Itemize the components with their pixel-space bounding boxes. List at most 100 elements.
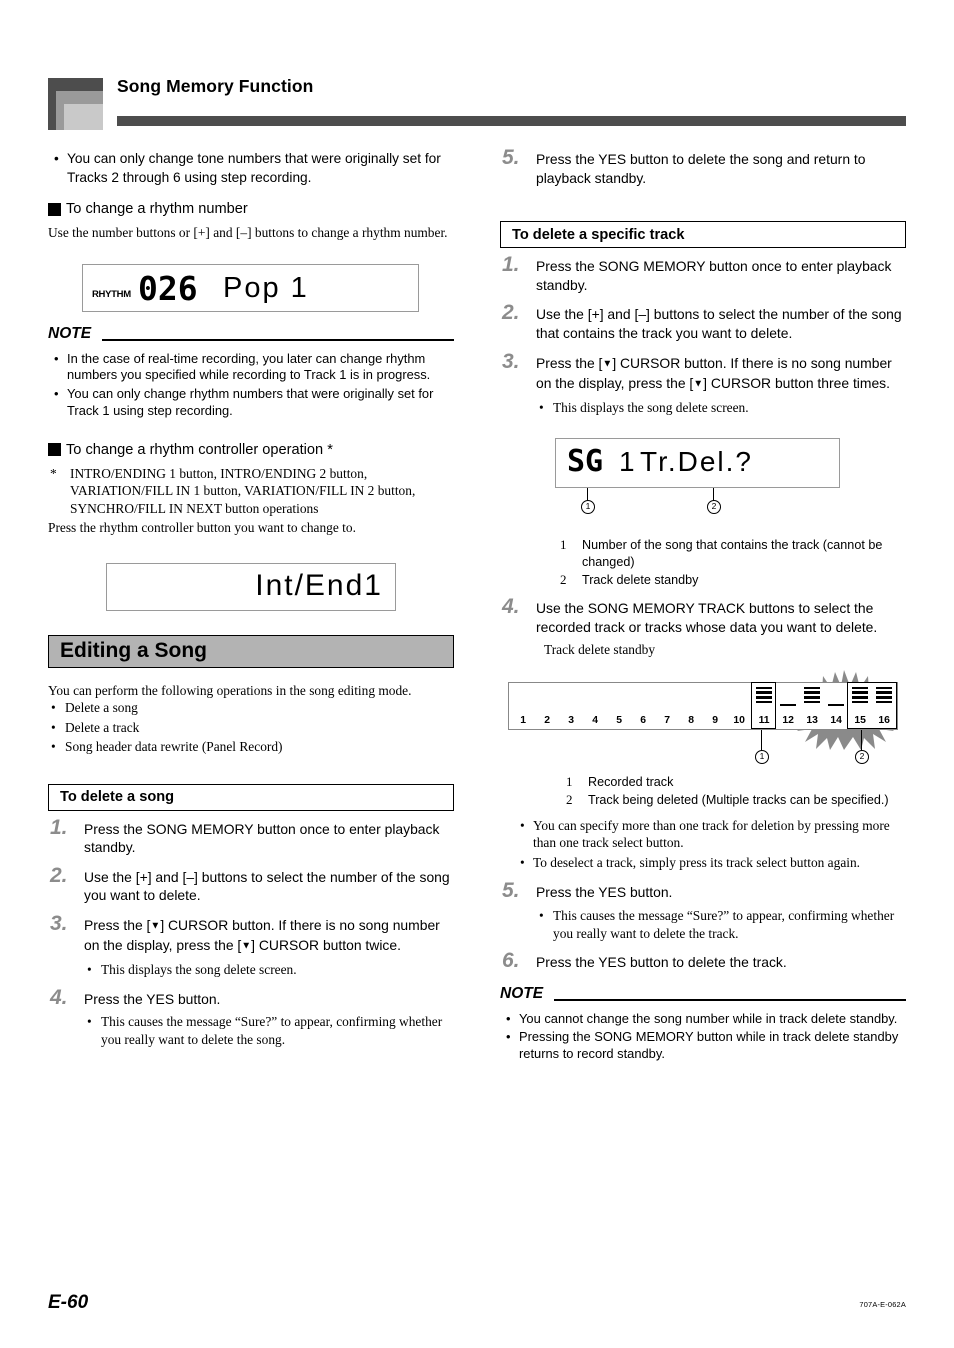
track-cell-6[interactable]: 6 <box>631 683 655 729</box>
cursor-down-icon: ▼ <box>150 920 161 932</box>
callout-line-1 <box>761 729 763 751</box>
bullet-dot: • <box>520 817 525 833</box>
callout-marker-1: 1 <box>581 500 595 515</box>
section-banner-editing-a-song: Editing a Song <box>48 634 454 668</box>
step-item: 4. Press the YES button. • This causes t… <box>48 986 454 1049</box>
track-recorded-bars <box>804 686 820 706</box>
track-cell-8[interactable]: 8 <box>679 683 703 729</box>
editing-intro: You can perform the following operations… <box>48 682 412 698</box>
bullet-dot: • <box>520 854 525 870</box>
list-item: • This displays the song delete screen. <box>539 399 749 415</box>
step-item: 3. Press the [▼] CURSOR button. If there… <box>48 912 454 979</box>
track-cell-13[interactable]: 13 <box>800 683 824 729</box>
list-item: • This causes the message “Sure?” to app… <box>87 1014 443 1047</box>
controller-body-text: Press the rhythm controller button you w… <box>48 520 356 536</box>
bullet-dot: • <box>51 700 56 716</box>
callout-marker-1: 1 <box>755 749 769 764</box>
lcd-rhythm-number: 026 <box>138 268 198 308</box>
note-block-header: NOTE <box>48 325 454 345</box>
bullet-dot: • <box>54 151 59 166</box>
note-rule <box>102 338 454 341</box>
cursor-down-icon: ▼ <box>602 358 613 370</box>
black-square-icon <box>48 443 61 457</box>
lcd-rhythm-display: RHYTHM 026 Pop 1 <box>82 263 419 312</box>
step-item: 1. Press the SONG MEMORY button once to … <box>502 253 892 293</box>
subhead-rhythm-number: To change a rhythm number <box>48 201 454 217</box>
list-item: • Pressing the SONG MEMORY button while … <box>506 1029 899 1062</box>
page-header: Song Memory Function <box>48 76 906 130</box>
page-title: Song Memory Function <box>117 76 314 96</box>
step-item: 5. Press the YES button. • This causes t… <box>500 879 906 942</box>
track-selection-box-15-16 <box>847 681 897 729</box>
list-item: • This displays the song delete screen. <box>87 962 297 978</box>
legend-item: 2 Track delete standby <box>560 572 699 588</box>
list-item: • You can only change rhythm numbers tha… <box>54 386 434 418</box>
bullet-dot: • <box>54 350 59 366</box>
list-item: • Delete a song <box>51 700 138 716</box>
procedure-title-delete-track: To delete a specific track <box>500 221 906 249</box>
track-empty-bar <box>828 703 844 709</box>
step-item: 2. Use the [+] and [–] buttons to select… <box>50 863 450 904</box>
document-code: 707A-E-062A <box>859 1300 906 1309</box>
left-column: • You can only change tone numbers that … <box>48 150 454 1059</box>
lcd-rhythm-label: RHYTHM <box>92 288 131 300</box>
legend-item: 1 Recorded track <box>566 773 674 789</box>
track-strip: 1 2 3 4 5 6 7 8 9 10 11 12 13 14 15 16 <box>508 681 898 730</box>
lcd-track-delete-figure: SG 1 Tr.Del.? 1 2 <box>500 438 906 536</box>
track-strip-diagram: 1 2 3 4 5 6 7 8 9 10 11 12 13 14 15 16 1… <box>500 669 906 770</box>
diagram-caption: Track delete standby <box>544 642 656 658</box>
list-item: • You can specify more than one track fo… <box>520 817 890 851</box>
step-item: 3. Press the [▼] CURSOR button. If there… <box>500 350 906 417</box>
note-rule <box>554 998 906 1001</box>
lcd-rhythm-name: Pop 1 <box>223 271 309 304</box>
list-item: • This causes the message “Sure?” to app… <box>539 908 895 941</box>
lcd-controller-display: Int/End1 <box>106 562 396 611</box>
manual-page: Song Memory Function • You can only chan… <box>0 0 954 1348</box>
track-cell-5[interactable]: 5 <box>607 683 631 729</box>
header-rule <box>117 116 906 126</box>
lcd-song-prefix: SG <box>567 444 604 480</box>
lcd-track-delete-text: Tr.Del.? <box>640 446 753 478</box>
track-cell-4[interactable]: 4 <box>583 683 607 729</box>
list-item: • In the case of real-time recording, yo… <box>54 350 431 383</box>
callout-marker-2: 2 <box>855 749 869 764</box>
track-cell-7[interactable]: 7 <box>655 683 679 729</box>
list-item: • Song header data rewrite (Panel Record… <box>51 739 283 755</box>
corner-logo-icon <box>48 78 103 130</box>
bullet-dot: • <box>87 1014 92 1030</box>
track-cell-12[interactable]: 12 <box>776 683 800 729</box>
bullet-dot: • <box>506 1029 511 1045</box>
procedure-title-delete-song: To delete a song <box>48 783 454 811</box>
list-item: • You can only change tone numbers that … <box>54 151 441 185</box>
bullet-dot: • <box>539 908 544 923</box>
bullet-dot: • <box>87 962 92 978</box>
cursor-down-icon: ▼ <box>693 378 704 390</box>
step-item: 2. Use the [+] and [–] buttons to select… <box>502 301 902 341</box>
track-empty-bar <box>780 703 796 709</box>
track-cell-2[interactable]: 2 <box>535 683 559 729</box>
cursor-down-icon: ▼ <box>241 940 252 952</box>
bullet-dot: • <box>51 739 56 755</box>
black-square-icon <box>48 202 61 216</box>
track-cell-1[interactable]: 1 <box>511 683 535 729</box>
track-cell-10[interactable]: 10 <box>727 683 751 729</box>
asterisk-marker: * <box>50 465 57 481</box>
footnote: * INTRO/ENDING 1 button, INTRO/ENDING 2 … <box>50 465 416 516</box>
bullet-dot: • <box>539 399 544 415</box>
bullet-dot: • <box>506 1010 511 1026</box>
lcd-controller-text: Int/End1 <box>255 568 383 602</box>
callout-marker-2: 2 <box>707 500 721 515</box>
step-item: 5. Press the YES button to delete the so… <box>502 146 866 186</box>
lcd-track-delete-display: SG 1 Tr.Del.? <box>555 438 840 489</box>
callout-line-2 <box>861 729 863 751</box>
list-item: • You cannot change the song number whil… <box>506 1010 898 1026</box>
page-number: E-60 <box>48 1292 89 1313</box>
step-item: 1. Press the SONG MEMORY button once to … <box>50 815 440 856</box>
track-cell-14[interactable]: 14 <box>824 683 848 729</box>
track-cell-3[interactable]: 3 <box>559 683 583 729</box>
legend-item: 2 Track being deleted (Multiple tracks c… <box>566 792 889 808</box>
track-cell-9[interactable]: 9 <box>703 683 727 729</box>
step-item: 4. Use the SONG MEMORY TRACK buttons to … <box>500 595 906 659</box>
bullet-dot: • <box>51 719 56 735</box>
lcd-song-digit: 1 <box>619 446 637 478</box>
